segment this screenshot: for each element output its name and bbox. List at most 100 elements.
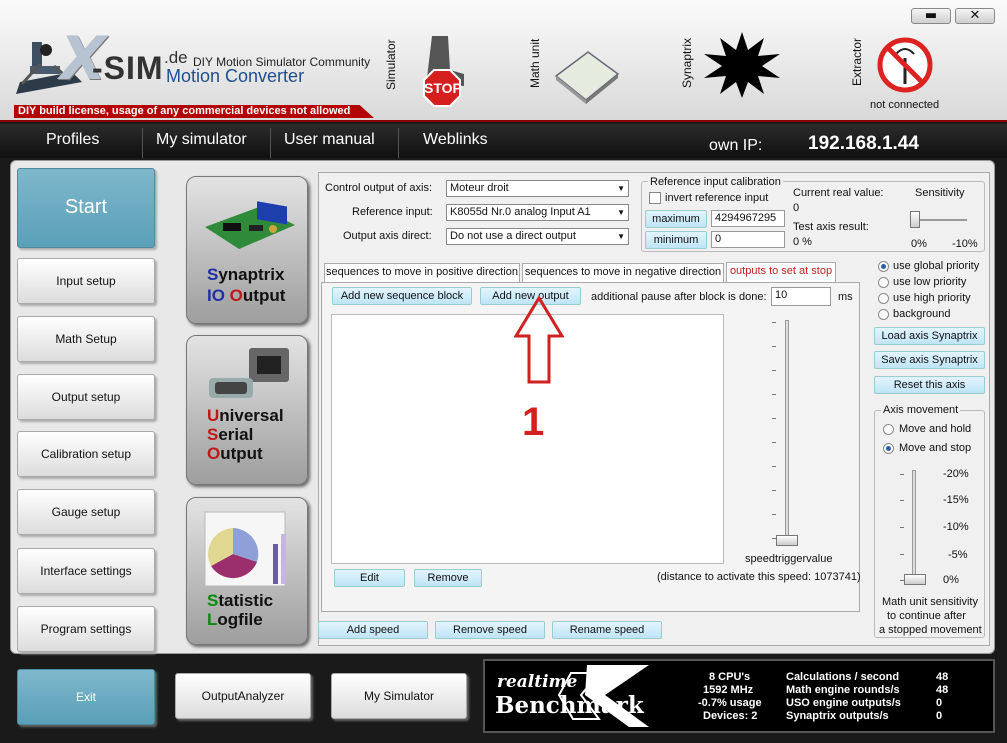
current-real-value: 0 — [793, 202, 800, 214]
gauge-setup-label: Gauge setup — [51, 505, 121, 519]
universal-serial-output-tile[interactable]: Universal Serial Output — [186, 335, 308, 485]
close-button[interactable]: ✕ — [955, 8, 995, 24]
program-settings-button[interactable]: Program settings — [17, 606, 155, 652]
move-stop-radio[interactable] — [883, 443, 894, 454]
rename-speed-button[interactable]: Rename speed — [552, 621, 662, 639]
priority-high-radio[interactable] — [878, 293, 889, 304]
control-output-select[interactable]: Moteur droit — [446, 180, 629, 197]
add-sequence-block-button[interactable]: Add new sequence block — [332, 287, 472, 305]
bench-math-value: 48 — [936, 684, 949, 696]
minimum-field[interactable]: 0 — [711, 231, 785, 248]
math-sensitivity-note-1: Math unit sensitivity — [882, 596, 978, 608]
priority-global-radio[interactable] — [878, 261, 889, 272]
annotation-number: 1 — [522, 400, 545, 444]
interface-settings-label: Interface settings — [40, 564, 132, 578]
bench-mhz: 1592 MHz — [703, 684, 754, 696]
calibration-setup-button[interactable]: Calibration setup — [17, 431, 155, 477]
speedtrigger-label: speedtriggervalue — [745, 553, 833, 565]
math-sensitivity-note-3: a stopped movement — [879, 624, 982, 636]
extractor-label: Extractor — [850, 37, 864, 86]
menu-my-simulator[interactable]: My simulator — [156, 131, 247, 149]
remove-speed-button[interactable]: Remove speed — [435, 621, 545, 639]
synaptrix-tile-line2: IO Output — [207, 286, 286, 305]
priority-background-radio[interactable] — [878, 309, 889, 320]
invert-reference-label: invert reference input — [665, 192, 769, 204]
axis-movement-title: Axis movement — [881, 404, 961, 416]
tick-zero: 0% — [943, 574, 959, 586]
add-speed-button[interactable]: Add speed — [318, 621, 428, 639]
move-hold-label: Move and hold — [899, 423, 972, 435]
pause-field[interactable]: 10 — [771, 287, 831, 306]
simulator-label: Simulator — [384, 39, 398, 90]
output-axis-direct-select[interactable]: Do not use a direct output — [446, 228, 629, 245]
uso-tile-line3: Output — [207, 444, 263, 463]
sensitivity-max: -10% — [952, 238, 978, 250]
current-real-value-label: Current real value: — [793, 187, 884, 199]
save-axis-button[interactable]: Save axis Synaptrix — [874, 351, 985, 369]
move-stop-label: Move and stop — [899, 442, 972, 454]
test-axis-value: 0 % — [793, 236, 812, 248]
math-unit-label: Math unit — [528, 38, 542, 88]
exit-button[interactable]: Exit — [17, 669, 155, 725]
product-name: Motion Converter — [166, 66, 305, 86]
maximum-button[interactable]: maximum — [645, 210, 707, 228]
math-setup-label: Math Setup — [55, 332, 117, 346]
reset-axis-button[interactable]: Reset this axis — [874, 376, 985, 394]
menu-weblinks[interactable]: Weblinks — [423, 131, 488, 149]
test-axis-label: Test axis result: — [793, 221, 869, 233]
my-simulator-button[interactable]: My Simulator — [331, 673, 467, 719]
math-sensitivity-thumb[interactable] — [904, 574, 926, 585]
bench-calc-label: Calculations / second — [786, 671, 900, 683]
annotation-arrow-icon — [514, 296, 564, 384]
no-signal-icon — [877, 37, 933, 93]
interface-settings-button[interactable]: Interface settings — [17, 548, 155, 594]
simulator-seat-icon — [423, 36, 464, 107]
reference-input-select[interactable]: K8055d Nr.0 analog Input A1 — [446, 204, 629, 221]
input-setup-button[interactable]: Input setup — [17, 258, 155, 304]
priority-low-radio[interactable] — [878, 277, 889, 288]
menu-user-manual[interactable]: User manual — [284, 131, 375, 149]
math-unit-chip-icon — [554, 51, 620, 104]
output-analyzer-button[interactable]: OutputAnalyzer — [175, 673, 311, 719]
math-setup-button[interactable]: Math Setup — [17, 316, 155, 362]
circuit-board-icon — [205, 201, 295, 249]
output-setup-button[interactable]: Output setup — [17, 374, 155, 420]
sensitivity-label: Sensitivity — [915, 187, 965, 199]
tab-positive-direction[interactable]: sequences to move in positive direction — [324, 263, 520, 282]
uso-tile-line2: Serial — [207, 425, 254, 444]
output-setup-label: Output setup — [51, 390, 121, 404]
bench-uso-label: USO engine outputs/s — [786, 697, 901, 709]
reference-input-label: Reference input: — [352, 206, 433, 218]
load-axis-button[interactable]: Load axis Synaptrix — [874, 327, 985, 345]
tab-negative-direction[interactable]: sequences to move in negative direction — [522, 263, 724, 282]
bench-uso-value: 0 — [936, 697, 943, 709]
minimize-button[interactable]: ▬ — [911, 8, 951, 24]
sensitivity-track — [912, 219, 967, 221]
statistic-logfile-tile[interactable]: Statistic Logfile — [186, 497, 308, 645]
speedtrigger-thumb[interactable] — [776, 535, 798, 546]
sensitivity-slider-thumb[interactable] — [910, 211, 920, 228]
bench-devices: Devices: 2 — [703, 710, 758, 722]
synaptrix-io-output-tile[interactable]: Synaptrix IO Output — [186, 176, 308, 324]
math-sensitivity-note-2: to continue after — [887, 610, 966, 622]
remove-button[interactable]: Remove — [414, 569, 482, 587]
distance-note: (distance to activate this speed: 107374… — [657, 571, 861, 583]
move-hold-radio[interactable] — [883, 424, 894, 435]
gauge-setup-button[interactable]: Gauge setup — [17, 489, 155, 535]
pause-label: additional pause after block is done: — [591, 291, 767, 303]
invert-reference-checkbox[interactable] — [649, 192, 661, 204]
maximum-field[interactable]: 4294967295 — [711, 210, 785, 227]
own-ip-label: own IP: — [709, 137, 763, 154]
edit-button[interactable]: Edit — [334, 569, 405, 587]
menu-profiles[interactable]: Profiles — [46, 131, 99, 149]
start-button[interactable]: Start — [17, 168, 155, 248]
tab-outputs-at-stop[interactable]: outputs to set at stop — [726, 262, 836, 283]
synaptrix-burst-icon — [704, 32, 780, 98]
minimum-button[interactable]: minimum — [645, 231, 707, 249]
start-label: Start — [64, 196, 108, 218]
own-ip-value: 192.168.1.44 — [808, 133, 919, 154]
benchmark-logo-bottom: Benchmark — [495, 692, 644, 719]
calibration-title: Reference input calibration — [648, 176, 783, 188]
tick-minus-15: -15% — [943, 494, 969, 506]
stat-tile-line2: Logfile — [207, 610, 263, 629]
